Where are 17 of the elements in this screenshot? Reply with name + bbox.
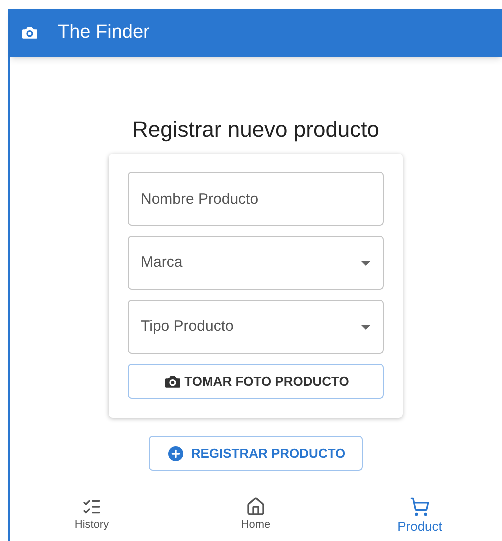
- dropdown-caret-icon: [361, 324, 371, 330]
- form-heading: Registrar nuevo producto: [132, 116, 380, 144]
- plus-circle-icon: [166, 444, 186, 464]
- cart-icon: [410, 497, 430, 517]
- nav-tab[interactable]: Product: [338, 495, 502, 541]
- select-field[interactable]: Marca: [128, 236, 384, 290]
- take-photo-button[interactable]: TOMAR FOTO PRODUCTO: [128, 364, 384, 399]
- app-title: The Finder: [58, 20, 150, 45]
- select-label: Tipo Producto: [141, 316, 234, 337]
- select-field[interactable]: Tipo Producto: [128, 300, 384, 354]
- text-field[interactable]: Nombre Producto: [128, 172, 384, 226]
- register-product-button[interactable]: REGISTRAR PRODUCTO: [149, 436, 363, 471]
- home-icon: [246, 497, 266, 517]
- nav-tab[interactable]: Home: [174, 495, 338, 541]
- dropdown-caret-icon: [361, 260, 371, 266]
- nav-tab[interactable]: History: [10, 495, 174, 541]
- select-label: Marca: [141, 252, 183, 273]
